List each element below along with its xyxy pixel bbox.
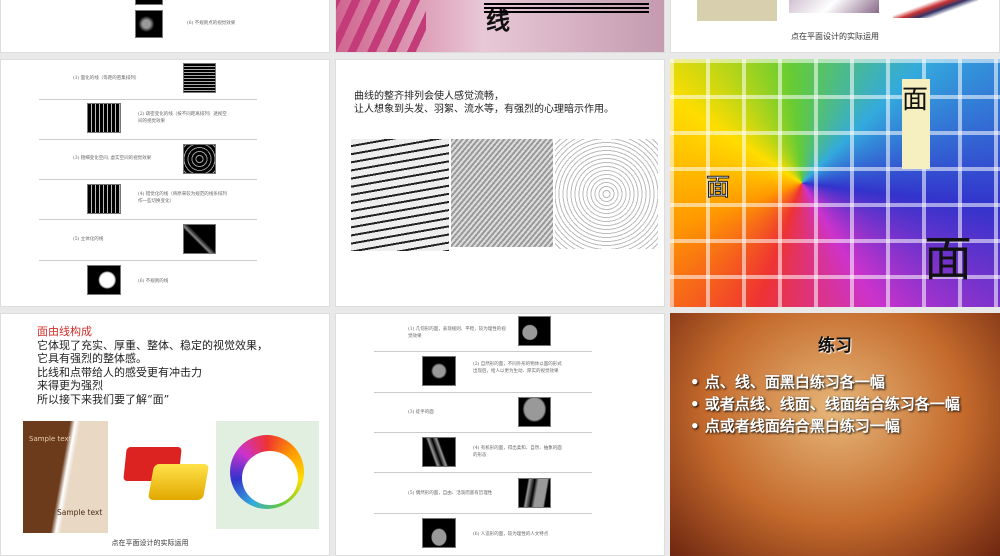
exercise-item: • 点或者线面结合黑白练习一幅 bbox=[690, 417, 900, 435]
line-image bbox=[183, 63, 216, 93]
line-image bbox=[183, 144, 216, 174]
item-label: (3) 粗细变化空间, 虚实空间的视觉效果 bbox=[73, 156, 152, 161]
pink-stripes bbox=[336, 0, 426, 52]
pen-image bbox=[789, 0, 879, 13]
irregular-dots-image bbox=[135, 10, 163, 38]
face-image bbox=[422, 518, 456, 548]
slide-thumbnail-exercise[interactable]: 练习 • 点、线、面黑白练习各一幅 • 或者点线、线面、线面结合练习各一幅 • … bbox=[670, 313, 1000, 556]
dot-image bbox=[135, 0, 163, 5]
item-label: (4) 错觉化的线（将原来较为规范的线条排列作一些切换变化） bbox=[138, 192, 227, 204]
face-image bbox=[422, 437, 456, 467]
item-label: (5) 立体化的线 bbox=[73, 237, 104, 242]
slide-thumbnail-line-types[interactable]: (1) 面化的线（等距的密集排列） (2) 疏密变化的线（按不同距离排列）透视空… bbox=[0, 59, 330, 307]
slide-thumbnail-curves[interactable]: 曲线的整齐排列会使人感觉流畅， 让人想象到头发、羽絮、流水等，有强烈的心理暗示作… bbox=[335, 59, 665, 307]
sample-text: Sample text bbox=[57, 508, 103, 517]
text-line: 它体现了充实、厚重、整体、稳定的视觉效果， bbox=[37, 338, 268, 352]
item-label: (2) 疏密变化的线（按不同距离排列）透视空间的视觉效果 bbox=[138, 112, 227, 124]
slide-thumbnail-face-types[interactable]: (1) 几何形的面，表现规则、平稳，较为理性的视觉效果 (2) 自然形的面，不同… bbox=[335, 313, 665, 556]
black-lines bbox=[484, 3, 649, 13]
line-image bbox=[87, 103, 121, 133]
item-label: (6) 不规则的线 bbox=[138, 279, 169, 284]
brush-image bbox=[893, 0, 978, 18]
item-label: (1) 几何形的面，表现规则、平稳，较为理性的视觉效果 bbox=[408, 327, 506, 339]
item-label: (3) 徒手的面 bbox=[408, 410, 434, 415]
yellow-shape bbox=[147, 464, 210, 500]
caption: 点在平面设计的实际运用 bbox=[791, 32, 879, 41]
text-line: 来得更为强烈 bbox=[37, 379, 103, 392]
curve-image-brush bbox=[351, 139, 449, 251]
face-image bbox=[422, 356, 456, 386]
item-label: (5) 偶然形的面，自由、活泼而富有哲理性 bbox=[408, 491, 493, 496]
slide-thumbnail-dots[interactable]: (6) 不规则点的视觉效果 bbox=[0, 0, 330, 53]
face-image bbox=[518, 478, 551, 508]
exercise-item: • 点、线、面黑白练习各一幅 bbox=[690, 373, 885, 391]
exercise-list: • 点、线、面黑白练习各一幅 • 或者点线、线面、线面结合练习各一幅 • 点或者… bbox=[690, 373, 980, 435]
bullet-text: 点或者线面结合黑白练习一幅 bbox=[704, 417, 900, 435]
curve-image-spiral bbox=[555, 139, 658, 249]
face-glyph: 面 bbox=[924, 231, 973, 287]
slide-thumbnail-line-title[interactable]: 线 bbox=[335, 0, 665, 53]
slide-thumbnail-color-squares[interactable]: 面 面 面 bbox=[670, 59, 1000, 307]
pattern-image bbox=[697, 0, 777, 21]
item-label: (6) 人造形的面，较为理性的人文特点 bbox=[473, 532, 549, 537]
text-line: 让人想象到头发、羽絮、流水等，有强烈的心理暗示作用。 bbox=[354, 104, 614, 115]
face-image bbox=[518, 397, 551, 427]
face-glyph: 面 bbox=[902, 85, 929, 115]
line-image bbox=[87, 265, 121, 295]
curve-image-hair bbox=[451, 139, 553, 247]
line-image bbox=[183, 224, 216, 254]
sample-image: Sample text Sample text bbox=[23, 421, 108, 533]
text-line: 比线和点带给人的感受更有冲击力 bbox=[37, 365, 202, 379]
item-label: (4) 有机形的面，得出柔和、自然、抽象的面的形态 bbox=[473, 446, 562, 458]
text-line: 它具有强烈的整体感。 bbox=[37, 352, 147, 365]
bullet-text: 或者点线、线面、线面结合练习各一幅 bbox=[704, 395, 960, 413]
face-image bbox=[518, 316, 551, 346]
text-line: 所以接下来我们要了解“面” bbox=[37, 392, 170, 406]
caption: 点在平面设计的实际运用 bbox=[111, 539, 189, 547]
item-label: (1) 面化的线（等距的密集排列） bbox=[73, 76, 140, 81]
slide-thumbnail-face-from-lines[interactable]: 面由线构成 它体现了充实、厚重、整体、稳定的视觉效果， 它具有强烈的整体感。 比… bbox=[0, 313, 330, 556]
text-line: 曲线的整齐排列会使人感觉流畅， bbox=[354, 91, 504, 102]
exercise-title: 练习 bbox=[818, 336, 852, 356]
face-glyph: 面 bbox=[706, 173, 731, 202]
ring-image bbox=[216, 421, 319, 529]
slide-thumbnail-dot-application[interactable]: 点在平面设计的实际运用 bbox=[670, 0, 1000, 53]
item-label: (2) 自然形的面，不同外形的物体以面的形式出现后，给人以更为生动、厚实的视觉效… bbox=[473, 362, 562, 374]
caption: (6) 不规则点的视觉效果 bbox=[187, 21, 236, 26]
curve-description: 曲线的整齐排列会使人感觉流畅， 让人想象到头发、羽絮、流水等，有强烈的心理暗示作… bbox=[354, 90, 614, 116]
bullet-text: 点、线、面黑白练习各一幅 bbox=[704, 373, 885, 391]
face-text: 面由线构成 它体现了充实、厚重、整体、稳定的视觉效果， 它具有强烈的整体感。 比… bbox=[37, 325, 268, 406]
line-image bbox=[87, 184, 121, 214]
exercise-item: • 或者点线、线面、线面结合练习各一幅 bbox=[690, 395, 960, 413]
heading: 面由线构成 bbox=[37, 325, 92, 338]
sample-text: Sample text bbox=[29, 435, 72, 443]
